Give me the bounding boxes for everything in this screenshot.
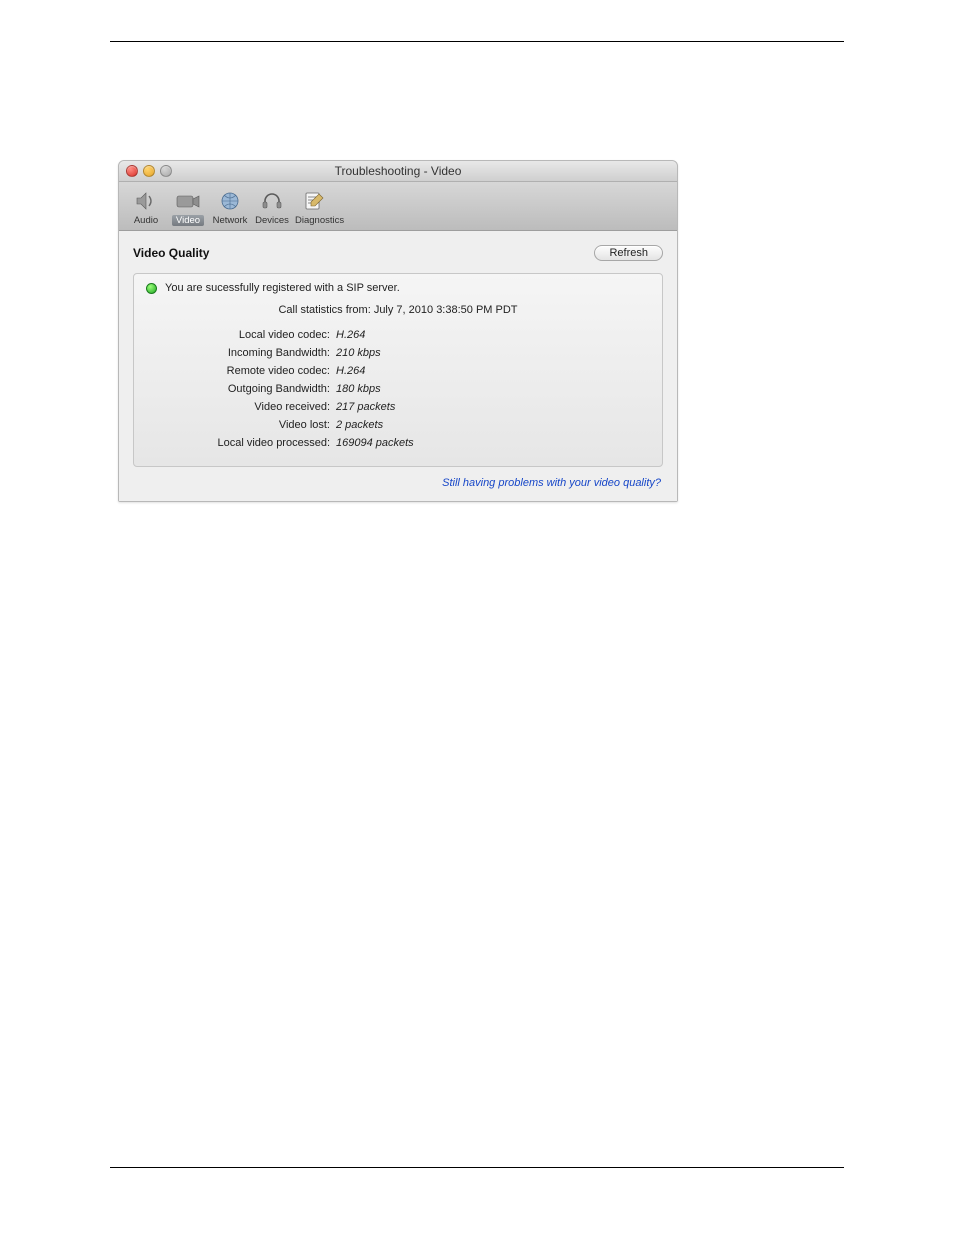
- headset-icon: [258, 188, 286, 214]
- status-panel: You are sucessfully registered with a SI…: [133, 273, 663, 467]
- stat-label: Local video processed:: [146, 434, 336, 452]
- stat-label: Remote video codec:: [146, 362, 336, 380]
- page-top-rule: [110, 41, 844, 42]
- stat-label: Local video codec:: [146, 326, 336, 344]
- help-link[interactable]: Still having problems with your video qu…: [133, 477, 663, 489]
- tab-diagnostics[interactable]: Diagnostics: [293, 186, 335, 228]
- stat-label: Video lost:: [146, 416, 336, 434]
- tab-devices[interactable]: Devices: [251, 186, 293, 228]
- registration-status: You are sucessfully registered with a SI…: [146, 282, 650, 294]
- stats-caption: Call statistics from: July 7, 2010 3:38:…: [146, 304, 650, 316]
- section-header: Video Quality Refresh: [133, 245, 663, 261]
- content-pane: Video Quality Refresh You are sucessfull…: [119, 231, 677, 501]
- minimize-icon[interactable]: [143, 165, 155, 177]
- stat-row: Local video codec: H.264: [146, 326, 650, 344]
- close-icon[interactable]: [126, 165, 138, 177]
- stat-value: H.264: [336, 362, 365, 380]
- window-titlebar[interactable]: Troubleshooting - Video: [119, 161, 677, 182]
- page-bottom-rule: [110, 1167, 844, 1168]
- stat-label: Incoming Bandwidth:: [146, 344, 336, 362]
- stat-value: H.264: [336, 326, 365, 344]
- section-title: Video Quality: [133, 246, 209, 260]
- stat-value: 210 kbps: [336, 344, 381, 362]
- stat-value: 217 packets: [336, 398, 395, 416]
- stat-label: Video received:: [146, 398, 336, 416]
- stat-row: Video lost: 2 packets: [146, 416, 650, 434]
- stat-value: 169094 packets: [336, 434, 414, 452]
- tab-label-video: Video: [172, 215, 204, 226]
- speaker-icon: [132, 188, 160, 214]
- notepad-icon: [300, 188, 328, 214]
- stat-label: Outgoing Bandwidth:: [146, 380, 336, 398]
- status-text: You are sucessfully registered with a SI…: [165, 282, 400, 294]
- stat-row: Remote video codec: H.264: [146, 362, 650, 380]
- tab-network[interactable]: Network: [209, 186, 251, 228]
- stat-value: 180 kbps: [336, 380, 381, 398]
- tab-video[interactable]: Video: [167, 186, 209, 228]
- status-led-icon: [146, 283, 157, 294]
- stat-row: Outgoing Bandwidth: 180 kbps: [146, 380, 650, 398]
- tab-label-diagnostics: Diagnostics: [293, 215, 346, 226]
- tab-label-devices: Devices: [253, 215, 291, 226]
- toolbar: Audio Video Network: [119, 182, 677, 231]
- zoom-icon[interactable]: [160, 165, 172, 177]
- stat-row: Incoming Bandwidth: 210 kbps: [146, 344, 650, 362]
- troubleshooting-window: Troubleshooting - Video Audio Video: [118, 160, 678, 502]
- globe-icon: [216, 188, 244, 214]
- tab-label-audio: Audio: [132, 215, 160, 226]
- stat-value: 2 packets: [336, 416, 383, 434]
- window-title: Troubleshooting - Video: [335, 164, 462, 178]
- tab-label-network: Network: [211, 215, 250, 226]
- traffic-lights: [126, 165, 172, 177]
- stat-row: Video received: 217 packets: [146, 398, 650, 416]
- camera-icon: [174, 188, 202, 214]
- stat-row: Local video processed: 169094 packets: [146, 434, 650, 452]
- tab-audio[interactable]: Audio: [125, 186, 167, 228]
- refresh-button[interactable]: Refresh: [594, 245, 663, 261]
